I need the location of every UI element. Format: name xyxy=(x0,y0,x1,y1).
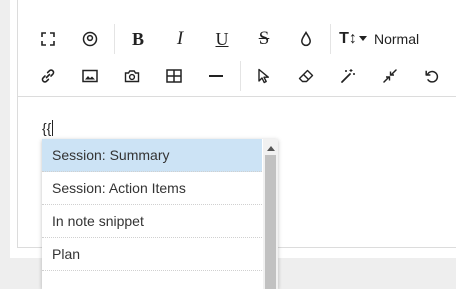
toolbar-row-1: B I U S T↕ Normal xyxy=(18,20,456,58)
fullscreen-button[interactable] xyxy=(32,20,64,58)
underline-icon: U xyxy=(215,28,229,49)
toolbar-separator xyxy=(114,24,115,54)
text-size-button[interactable]: T↕ xyxy=(334,20,372,58)
undo-button[interactable] xyxy=(416,57,448,95)
collapse-button[interactable] xyxy=(374,57,406,95)
underline-button[interactable]: U xyxy=(206,20,238,58)
insert-image-button[interactable] xyxy=(74,57,106,95)
autocomplete-item-in-note-snippet[interactable]: In note snippet xyxy=(42,205,262,238)
pointer-icon xyxy=(258,68,269,84)
insert-photo-button[interactable] xyxy=(116,57,148,95)
caret-down-icon xyxy=(358,36,367,41)
text-color-button[interactable] xyxy=(290,20,322,58)
bold-button[interactable]: B xyxy=(122,20,154,58)
toolbar-separator xyxy=(330,24,331,54)
toolbar-row-2 xyxy=(18,57,456,95)
dropdown-scrollbar[interactable] xyxy=(263,139,278,289)
autocomplete-dropdown: Session: Summary Session: Action Items I… xyxy=(42,139,278,289)
horizontal-rule-button[interactable] xyxy=(200,57,232,95)
insert-table-button[interactable] xyxy=(158,57,190,95)
rich-text-editor: B I U S T↕ Normal {{Session: Summary Se… xyxy=(17,0,456,289)
editor-toolbar: B I U S T↕ Normal xyxy=(18,0,456,97)
horizontal-line-icon xyxy=(209,75,223,77)
image-icon xyxy=(82,69,98,83)
user-circle-icon xyxy=(82,31,98,47)
table-icon xyxy=(166,69,182,83)
insert-link-button[interactable] xyxy=(32,57,64,95)
select-all-button[interactable] xyxy=(248,57,280,95)
text-size-icon: T↕ xyxy=(339,30,357,47)
strikethrough-button[interactable]: S xyxy=(248,20,280,58)
heading-select[interactable]: Normal xyxy=(374,20,419,58)
editor-content-area[interactable]: {{ Session: Summary Session: Action Item… xyxy=(18,97,456,289)
autocomplete-item-session-action-items[interactable]: Session: Action Items xyxy=(42,172,262,205)
emoji-button[interactable] xyxy=(74,20,106,58)
autocomplete-item-session-summary[interactable]: Session: Summary xyxy=(42,139,262,172)
undo-icon xyxy=(425,70,439,83)
strikethrough-icon: S xyxy=(258,28,270,49)
autocomplete-list: Session: Summary Session: Action Items I… xyxy=(42,139,262,271)
italic-icon: I xyxy=(176,28,184,49)
magic-wand-icon xyxy=(341,69,355,83)
italic-button[interactable]: I xyxy=(164,20,196,58)
fullscreen-icon xyxy=(41,32,55,46)
magic-wand-button[interactable] xyxy=(332,57,364,95)
typed-text-line: {{ xyxy=(42,120,54,136)
link-icon xyxy=(41,69,55,83)
typed-text: {{ xyxy=(42,120,52,136)
eraser-icon xyxy=(298,69,314,83)
collapse-arrows-icon xyxy=(383,69,397,83)
scrollbar-thumb[interactable] xyxy=(265,155,276,289)
text-caret xyxy=(52,120,54,136)
scroll-up-arrow-icon[interactable] xyxy=(267,146,275,151)
camera-icon xyxy=(124,70,140,83)
droplet-icon xyxy=(301,31,311,47)
clear-formatting-button[interactable] xyxy=(290,57,322,95)
toolbar-separator xyxy=(240,61,241,91)
autocomplete-item-plan[interactable]: Plan xyxy=(42,238,262,271)
bold-icon: B xyxy=(131,28,144,49)
